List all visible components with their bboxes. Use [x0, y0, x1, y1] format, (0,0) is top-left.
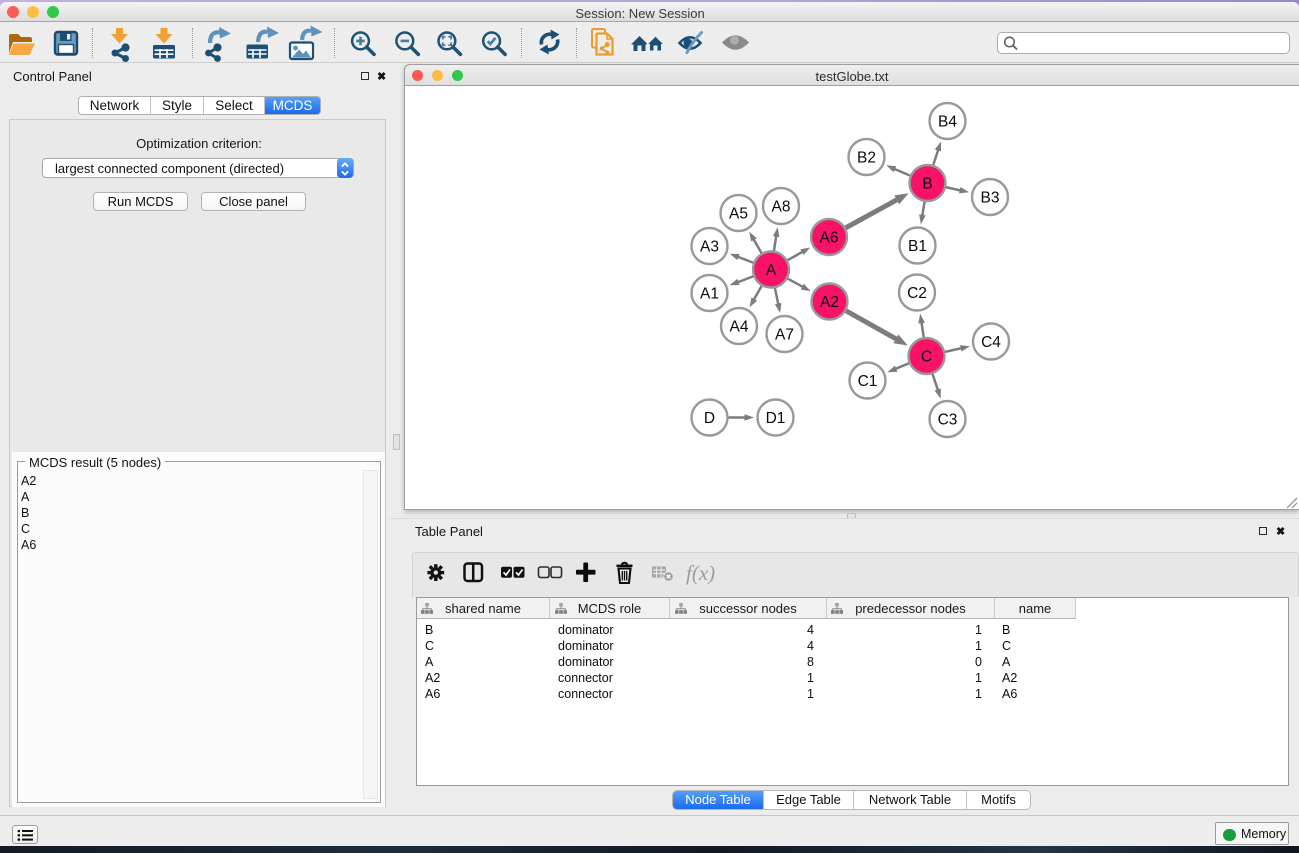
- svg-text:B2: B2: [857, 150, 876, 167]
- svg-text:C1: C1: [858, 373, 878, 390]
- svg-text:A2: A2: [820, 294, 839, 311]
- svg-text:B1: B1: [908, 238, 927, 255]
- svg-text:C2: C2: [907, 285, 927, 302]
- svg-text:B: B: [922, 176, 932, 193]
- svg-text:B3: B3: [981, 190, 1000, 207]
- svg-text:C4: C4: [981, 334, 1001, 351]
- svg-text:A4: A4: [730, 319, 749, 336]
- svg-text:A8: A8: [772, 199, 791, 216]
- svg-text:A3: A3: [700, 239, 719, 256]
- svg-text:C3: C3: [938, 412, 958, 429]
- svg-text:C: C: [921, 349, 932, 366]
- svg-text:A5: A5: [729, 206, 748, 223]
- svg-text:A1: A1: [700, 286, 719, 303]
- svg-text:A6: A6: [820, 230, 839, 247]
- svg-text:f(x): f(x): [686, 561, 715, 585]
- svg-text:D1: D1: [766, 410, 786, 427]
- svg-text:D: D: [704, 410, 715, 427]
- svg-text:B4: B4: [938, 114, 957, 131]
- svg-text:A7: A7: [775, 327, 794, 344]
- svg-text:A: A: [766, 262, 777, 279]
